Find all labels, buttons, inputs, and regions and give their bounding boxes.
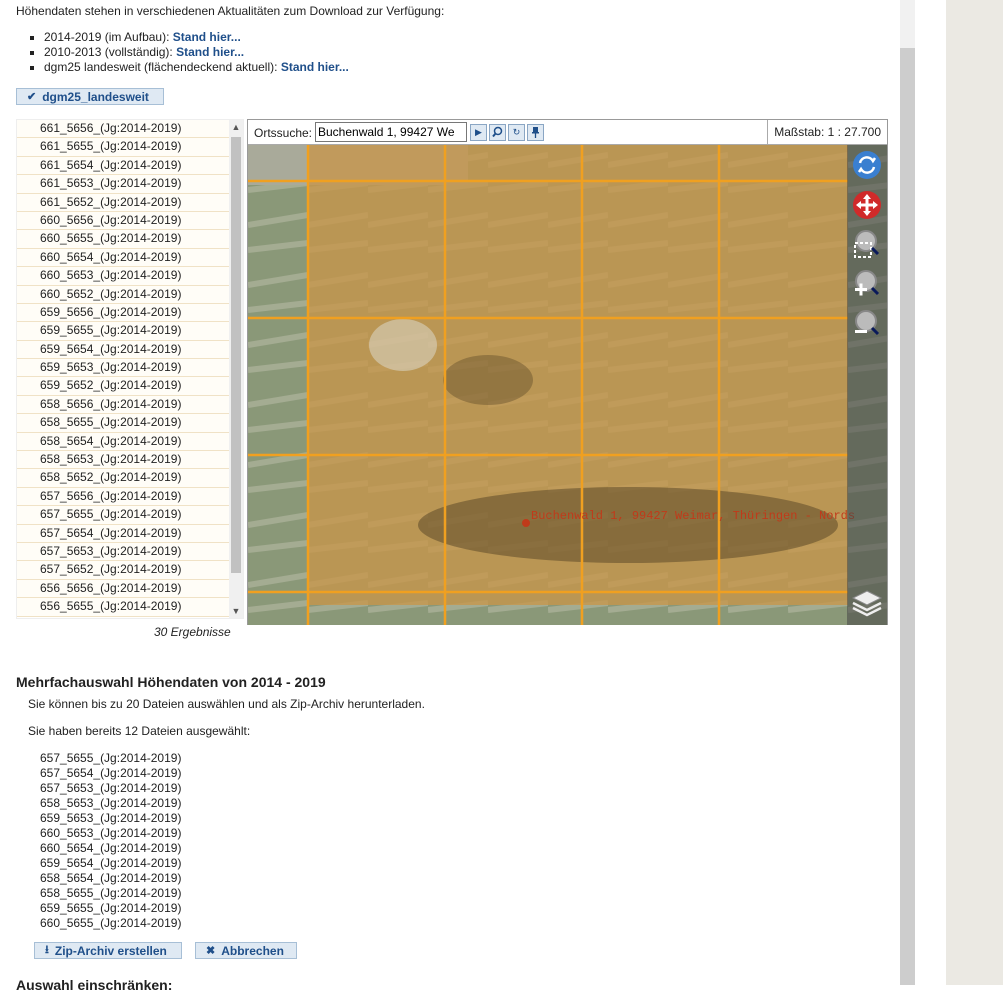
scroll-down-icon[interactable]: ▼ [229,604,243,618]
scroll-up-icon[interactable]: ▲ [229,120,243,134]
result-list-item[interactable]: 660_5652_(Jg:2014-2019) [17,285,229,304]
result-list-item[interactable]: 659_5654_(Jg:2014-2019) [17,340,229,360]
result-list-item[interactable]: 657_5654_(Jg:2014-2019) [17,524,229,543]
selected-file-item: 657_5654_(Jg:2014-2019) [40,766,182,780]
result-list-item[interactable]: 659_5655_(Jg:2014-2019) [17,322,229,341]
pan-icon[interactable] [851,189,883,221]
scale-display: Maßstab: 1 : 27.700 [767,120,887,144]
zoom-out-icon[interactable] [851,309,883,341]
result-count: 30 Ergebnisse [154,625,231,639]
selected-file-item: 660_5653_(Jg:2014-2019) [40,826,182,840]
result-list-item[interactable]: 657_5655_(Jg:2014-2019) [17,506,229,525]
result-list-item[interactable]: 661_5655_(Jg:2014-2019) [17,138,229,157]
selected-file-item: 659_5653_(Jg:2014-2019) [40,811,182,825]
version-list: 2014-2019 (im Aufbau): Stand hier... 201… [28,30,349,75]
result-list-item[interactable]: 661_5652_(Jg:2014-2019) [17,193,229,212]
result-list-item[interactable]: 661_5653_(Jg:2014-2019) [17,175,229,194]
page-scrollbar[interactable] [900,0,915,985]
location-marker [522,519,530,527]
search-label: Ortssuche: [254,126,313,140]
multi-heading: Mehrfachauswahl Höhendaten von 2014 - 20… [16,674,326,690]
page-content: Höhendaten stehen in verschiedenen Aktua… [0,0,900,993]
intro-text: Höhendaten stehen in verschiedenen Aktua… [16,4,445,18]
selected-file-item: 658_5655_(Jg:2014-2019) [40,886,182,900]
result-list-item[interactable]: 661_5656_(Jg:2014-2019) [17,120,229,139]
result-list-item[interactable]: 656_5655_(Jg:2014-2019) [17,598,229,617]
result-list-item[interactable]: 657_5656_(Jg:2014-2019) [17,487,229,507]
zoom-in-icon[interactable] [851,269,883,301]
selected-file-item: 660_5654_(Jg:2014-2019) [40,841,182,855]
result-list-item[interactable]: 659_5652_(Jg:2014-2019) [17,377,229,396]
close-icon: ✖ [206,945,216,957]
result-list-item[interactable]: 658_5653_(Jg:2014-2019) [17,451,229,470]
section-heading-cutoff: Auswahl einschränken: [16,977,173,993]
result-list-item[interactable]: 658_5656_(Jg:2014-2019) [17,395,229,415]
result-list-item[interactable]: 656_5656_(Jg:2014-2019) [17,579,229,599]
camp-area [369,319,437,371]
result-list-item[interactable]: 658_5654_(Jg:2014-2019) [17,432,229,452]
map-tools-panel [847,145,887,625]
pin-icon[interactable] [527,124,544,141]
selected-file-item: 657_5653_(Jg:2014-2019) [40,781,182,795]
map-canvas[interactable]: Buchenwald 1, 99427 Weimar, Thüringen - … [248,145,887,625]
selected-info: Sie haben bereits 12 Dateien ausgewählt: [28,724,251,738]
selected-file-item: 660_5655_(Jg:2014-2019) [40,916,182,930]
result-list[interactable]: 661_5656_(Jg:2014-2019) 661_5655_(Jg:2014… [16,119,244,619]
selected-file-item: 658_5653_(Jg:2014-2019) [40,796,182,810]
result-list-item[interactable]: 659_5656_(Jg:2014-2019) [17,303,229,323]
map-toolbar: Ortssuche: ▶ ↻ Maßstab: 1 : 27.700 [248,120,887,145]
list-scrollbar[interactable]: ▲ ▼ [229,120,243,618]
cancel-button[interactable]: ✖ Abbrechen [195,942,297,959]
result-list-item[interactable]: 657_5652_(Jg:2014-2019) [17,561,229,580]
zoom-box-icon[interactable] [851,229,883,261]
layers-icon[interactable] [851,587,883,619]
download-icon: ⭳ [45,944,49,956]
play-icon[interactable]: ▶ [470,124,487,141]
result-list-item[interactable]: 658_5652_(Jg:2014-2019) [17,469,229,488]
version-item: dgm25 landesweit (flächendeckend aktuell… [44,60,349,75]
selected-file-item: 659_5655_(Jg:2014-2019) [40,901,182,915]
multi-info: Sie können bis zu 20 Dateien auswählen u… [28,697,425,711]
dgm25-landesweit-button[interactable]: ✔ dgm25_landesweit [16,88,164,105]
version-link-dgm25[interactable]: Stand hier... [281,60,349,74]
list-scroll-thumb[interactable] [231,137,241,573]
refresh-icon[interactable]: ↻ [508,124,525,141]
result-list-item[interactable]: 660_5654_(Jg:2014-2019) [17,248,229,268]
location-search-input[interactable] [315,122,467,142]
result-list-item[interactable]: 660_5653_(Jg:2014-2019) [17,267,229,286]
aerial-map-svg: Buchenwald 1, 99427 Weimar, Thüringen - … [248,145,887,625]
result-list-item[interactable]: 658_5655_(Jg:2014-2019) [17,414,229,433]
selected-file-list: 657_5655_(Jg:2014-2019) 657_5654_(Jg:2014… [40,751,181,931]
map-widget: Ortssuche: ▶ ↻ Maßstab: 1 : 27.700 [247,119,888,625]
right-gutter [946,0,1003,985]
selected-file-item: 657_5655_(Jg:2014-2019) [40,751,182,765]
result-list-item[interactable]: 659_5653_(Jg:2014-2019) [17,359,229,378]
result-list-item[interactable]: 657_5653_(Jg:2014-2019) [17,542,229,562]
forest-strip [418,487,838,563]
version-link-2014-2019[interactable]: Stand hier... [173,30,241,44]
result-list-item[interactable]: 661_5654_(Jg:2014-2019) [17,156,229,176]
marker-label: Buchenwald 1, 99427 Weimar, Thüringen - … [531,509,855,523]
version-item: 2014-2019 (im Aufbau): Stand hier... [44,30,349,45]
zip-archive-button[interactable]: ⭳ Zip-Archiv erstellen [34,942,182,959]
page-scroll-thumb[interactable] [900,0,915,48]
result-items: 661_5656_(Jg:2014-2019) 661_5655_(Jg:2014… [17,120,229,617]
selected-file-item: 658_5654_(Jg:2014-2019) [40,871,182,885]
forest-patch [443,355,533,405]
checkmark-icon: ✔ [27,91,37,103]
selected-file-item: 659_5654_(Jg:2014-2019) [40,856,182,870]
result-list-item[interactable]: 660_5655_(Jg:2014-2019) [17,230,229,249]
search-icon[interactable] [489,124,506,141]
rotate-icon[interactable] [851,149,883,181]
version-link-2010-2013[interactable]: Stand hier... [176,45,244,59]
result-list-item[interactable]: 660_5656_(Jg:2014-2019) [17,211,229,231]
version-item: 2010-2013 (vollständig): Stand hier... [44,45,349,60]
